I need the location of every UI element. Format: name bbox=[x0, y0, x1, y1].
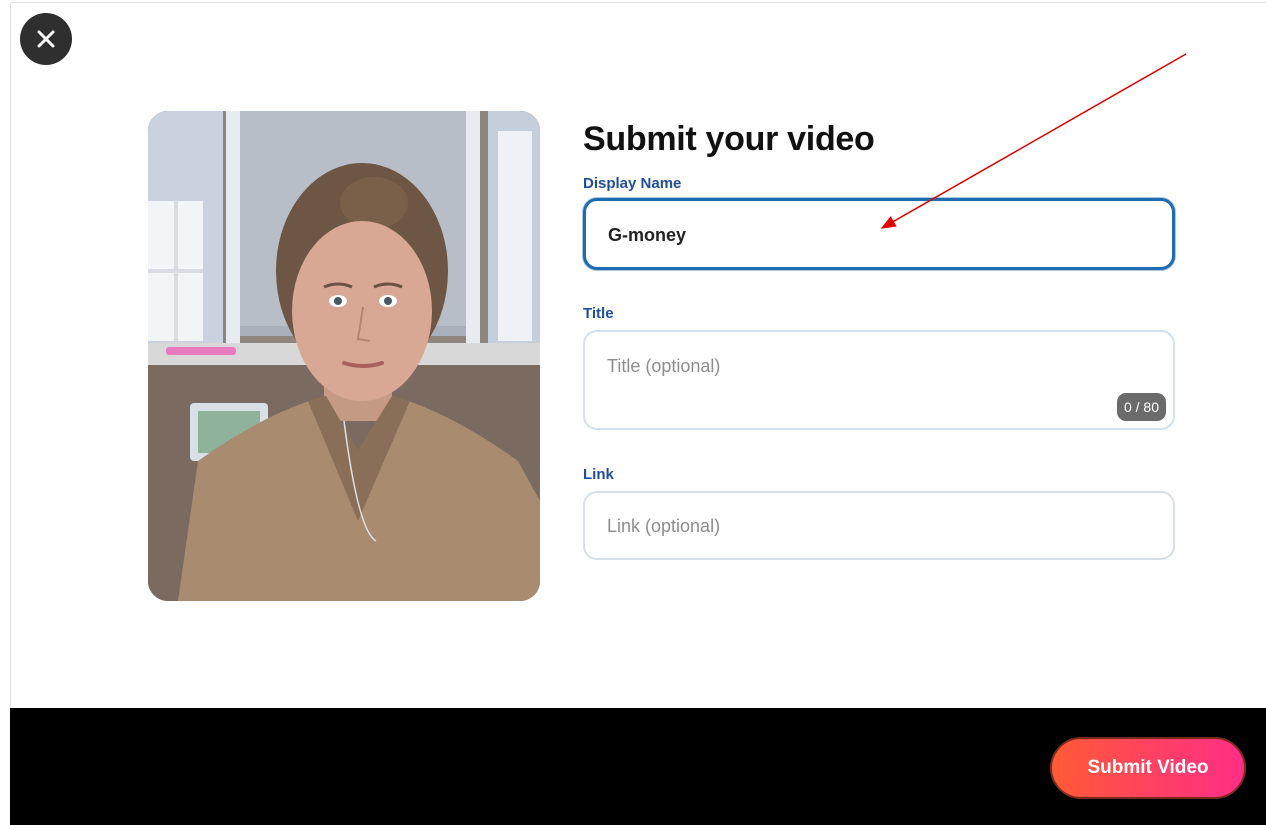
video-preview-frame bbox=[148, 111, 540, 601]
link-field[interactable]: Link (optional) bbox=[583, 491, 1175, 560]
video-preview bbox=[148, 111, 540, 601]
submit-video-button[interactable]: Submit Video bbox=[1050, 737, 1246, 799]
title-placeholder: Title (optional) bbox=[607, 356, 721, 376]
title-char-counter: 0 / 80 bbox=[1116, 393, 1166, 421]
close-button[interactable] bbox=[20, 13, 72, 65]
link-label: Link bbox=[583, 466, 614, 483]
title-label: Title bbox=[583, 305, 614, 322]
display-name-field[interactable]: G-money bbox=[583, 198, 1175, 270]
display-name-value: G-money bbox=[608, 225, 687, 245]
submit-video-page: Submit your video Display Name G-money T… bbox=[0, 0, 1266, 825]
link-placeholder: Link (optional) bbox=[607, 516, 721, 536]
title-field[interactable]: Title (optional) 0 / 80 bbox=[583, 330, 1175, 430]
page-title: Submit your video bbox=[583, 120, 875, 158]
close-icon bbox=[37, 30, 55, 48]
display-name-label: Display Name bbox=[583, 175, 682, 192]
